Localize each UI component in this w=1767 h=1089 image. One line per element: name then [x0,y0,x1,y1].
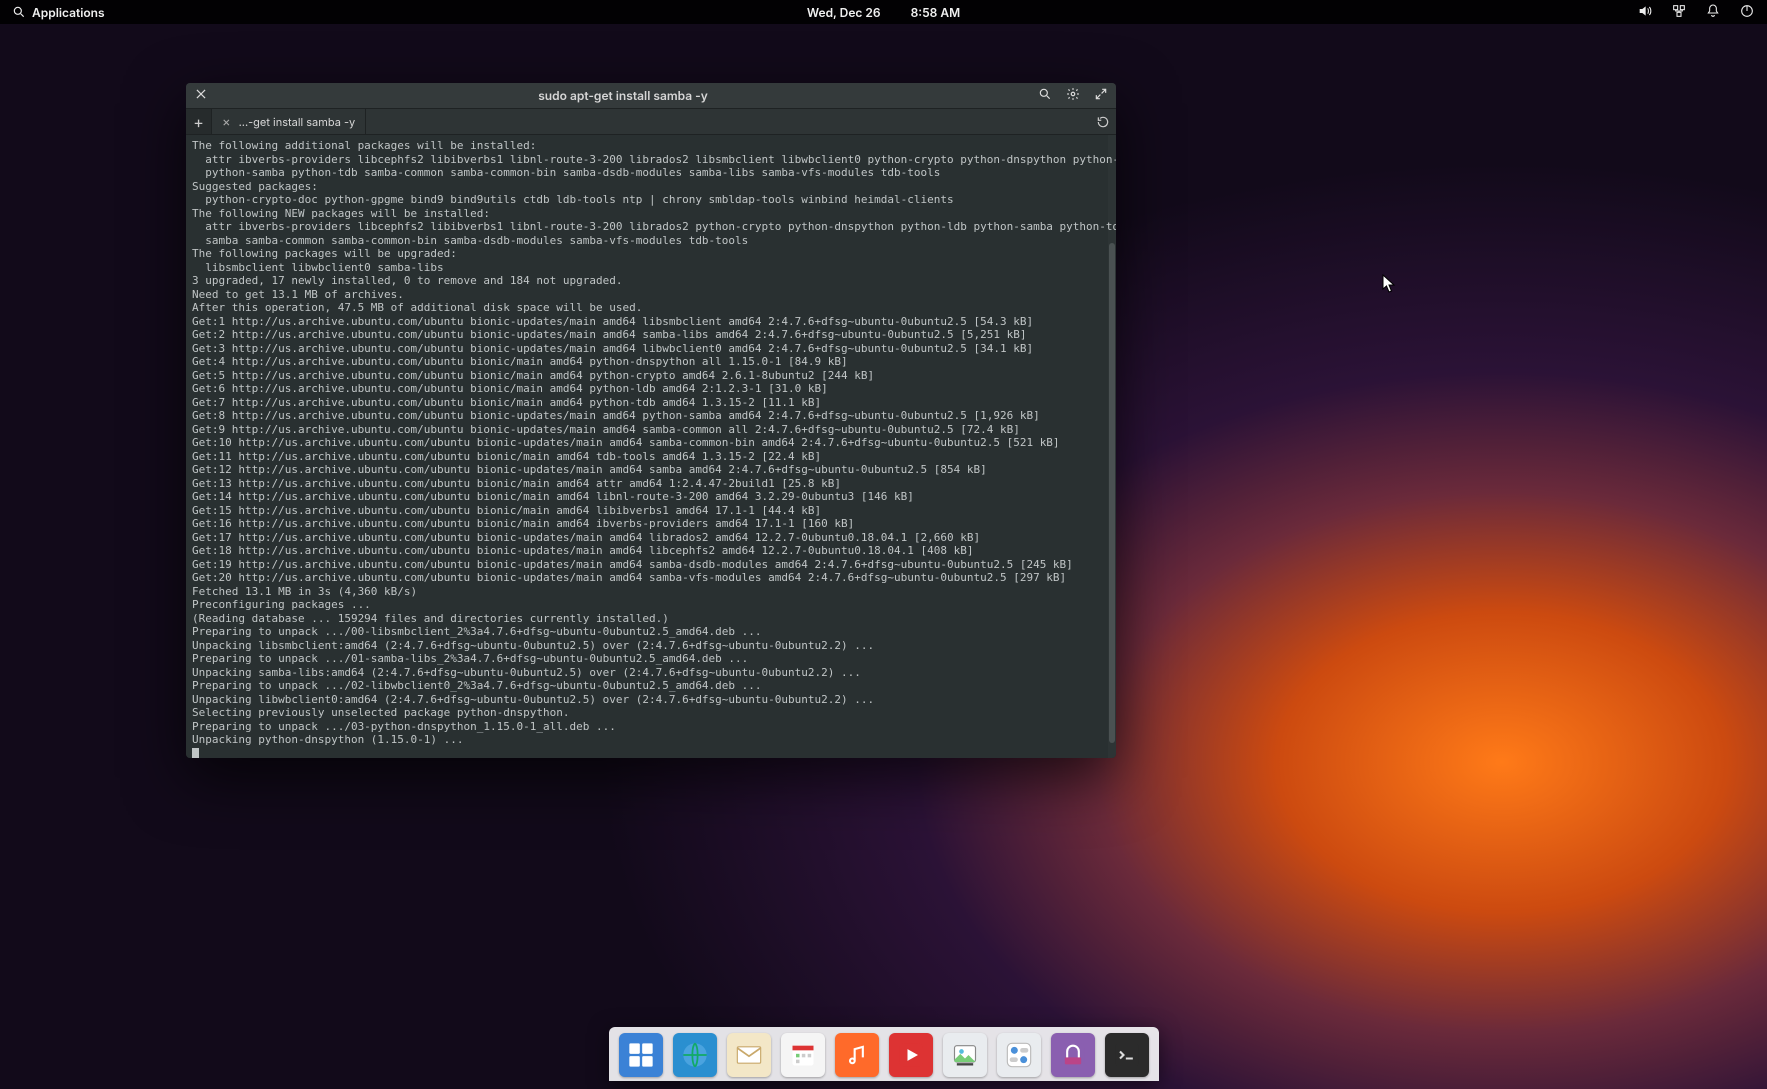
dock-app-multitasking[interactable] [619,1033,663,1077]
panel-date[interactable]: Wed, Dec 26 [807,5,881,20]
terminal-cursor [192,748,199,758]
dock-app-mail[interactable] [727,1033,771,1077]
applications-menu[interactable]: Applications [12,5,105,20]
terminal-scrollbar-thumb[interactable] [1109,243,1115,743]
terminal-history-button[interactable] [1090,109,1116,134]
dock-app-calendar[interactable] [781,1033,825,1077]
tab-title: ...-get install samba -y [239,115,356,129]
dock-app-videos[interactable] [889,1033,933,1077]
window-close-button[interactable] [194,87,208,104]
dock-app-appcenter[interactable] [1051,1033,1095,1077]
mouse-cursor-icon [1382,274,1396,294]
top-panel: Applications Wed, Dec 26 8:58 AM [0,0,1767,24]
new-tab-button[interactable]: + [186,109,212,134]
terminal-titlebar[interactable]: sudo apt-get install samba -y [186,83,1116,109]
terminal-tabbar: + × ...-get install samba -y [186,109,1116,135]
terminal-search-button[interactable] [1038,87,1052,104]
dock [609,1027,1159,1089]
dock-app-terminal[interactable] [1105,1033,1149,1077]
terminal-settings-button[interactable] [1066,87,1080,104]
applications-label: Applications [32,5,105,20]
network-icon[interactable] [1671,3,1687,22]
panel-time[interactable]: 8:58 AM [911,5,961,20]
window-maximize-button[interactable] [1094,87,1108,104]
power-icon[interactable] [1739,3,1755,22]
dock-app-photos[interactable] [943,1033,987,1077]
dock-app-music[interactable] [835,1033,879,1077]
tab-close-button[interactable]: × [222,114,231,130]
terminal-scrollbar[interactable] [1108,135,1116,758]
volume-icon[interactable] [1637,3,1653,22]
search-icon [12,5,26,19]
dock-app-web-browser[interactable] [673,1033,717,1077]
dock-app-switchboard[interactable] [997,1033,1041,1077]
terminal-tab[interactable]: × ...-get install samba -y [212,109,366,134]
notifications-icon[interactable] [1705,3,1721,22]
window-title: sudo apt-get install samba -y [538,88,708,103]
terminal-output[interactable]: The following additional packages will b… [186,135,1116,758]
terminal-window: sudo apt-get install samba -y + × ...-ge… [186,83,1116,758]
